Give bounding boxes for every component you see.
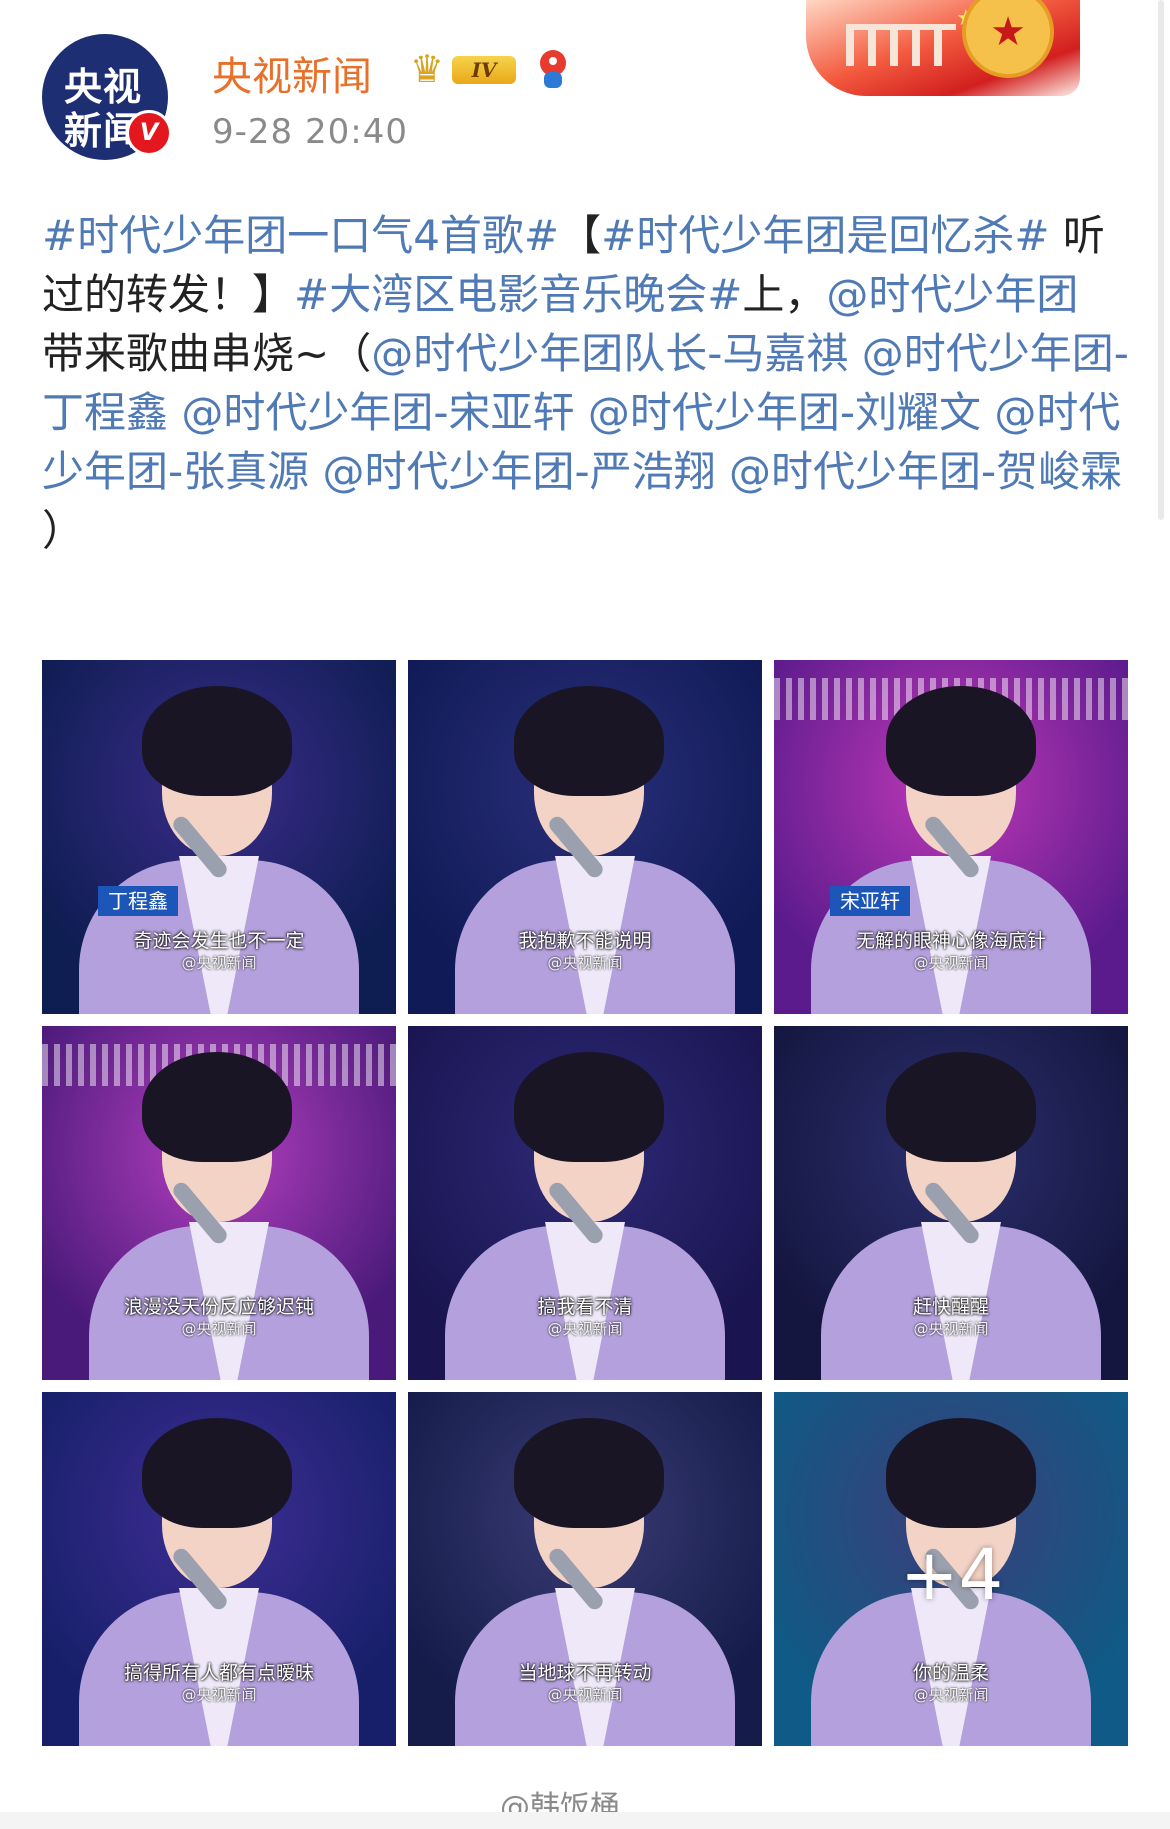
post-image-5[interactable]: 搞我看不清 @央视新闻 [408, 1026, 762, 1380]
hashtag-or-mention-link[interactable]: #大湾区电影音乐晚会# [294, 270, 742, 319]
more-images-count[interactable]: +4 [900, 1534, 1003, 1616]
hashtag-or-mention-link[interactable]: @时代少年团-严浩翔 [323, 447, 716, 496]
post-text-segment [575, 388, 588, 437]
verified-badge: V [126, 110, 172, 156]
lyric-subtitle: 赶快醒醒 [912, 1296, 989, 1318]
post-timestamp: 9-28 20:40 [212, 112, 408, 152]
hashtag-or-mention-link[interactable]: @时代少年团-宋亚轩 [181, 388, 574, 437]
bottom-divider [0, 1812, 1170, 1829]
hashtag-or-mention-link[interactable]: @时代少年团 [826, 270, 1078, 319]
post-text-segment [716, 447, 729, 496]
level-badge[interactable]: ♛ IV [410, 48, 520, 90]
image-watermark: @央视新闻 [913, 1686, 989, 1704]
post-text-segment [981, 388, 994, 437]
image-watermark: @央视新闻 [913, 954, 989, 972]
author-name[interactable]: 央视新闻 [212, 44, 372, 102]
emblem-icon: ★ [962, 0, 1054, 78]
image-watermark: @央视新闻 [547, 1320, 623, 1338]
hashtag-or-mention-link[interactable]: #时代少年团是回忆杀# [601, 211, 1049, 260]
lyric-subtitle: 搞我看不清 [537, 1296, 633, 1318]
post-image-8[interactable]: 当地球不再转动 @央视新闻 [408, 1392, 762, 1746]
post-text-segment: 【 [559, 211, 602, 260]
image-watermark: @央视新闻 [547, 954, 623, 972]
lyric-subtitle: 当地球不再转动 [518, 1662, 652, 1684]
image-watermark: @央视新闻 [547, 1686, 623, 1704]
post-image-1[interactable]: 丁程鑫奇迹会发生也不一定 @央视新闻 [42, 660, 396, 1014]
lyric-subtitle: 我抱歉不能说明 [518, 930, 652, 952]
post-text-segment: 上， [742, 270, 827, 319]
post-image-9[interactable]: 你的温柔 @央视新闻 +4 [774, 1392, 1128, 1746]
post-text-segment [848, 329, 861, 378]
post-header: 央视 新闻 @ V 央视新闻 ♛ IV 9-28 20:40 ★ ★ [0, 0, 1170, 180]
lyric-subtitle: 奇迹会发生也不一定 [133, 930, 305, 952]
mascot-icon[interactable] [536, 48, 570, 88]
image-grid: 丁程鑫 奇迹会发生也不一定 @央视新闻 我抱歉不能说明 @央视新闻 宋亚轩 无解的眼神心像海… [42, 660, 1128, 1748]
lyric-subtitle: 搞得所有人都有点暧昧 [123, 1662, 314, 1684]
image-watermark: @央视新闻 [181, 954, 257, 972]
post-image-4[interactable]: 浪漫没天份反应够迟钝 @央视新闻 [42, 1026, 396, 1380]
hashtag-or-mention-link[interactable]: @时代少年团-刘耀文 [588, 388, 981, 437]
post-text-segment [309, 447, 322, 496]
image-watermark: @央视新闻 [181, 1686, 257, 1704]
hashtag-or-mention-link[interactable]: #时代少年团一口气4首歌# [42, 211, 559, 260]
post-text-segment: 带来歌曲串烧~（ [42, 329, 372, 378]
scrollbar[interactable] [1158, 0, 1164, 520]
lyric-subtitle: 浪漫没天份反应够迟钝 [123, 1296, 314, 1318]
hashtag-or-mention-link[interactable]: @时代少年团-贺峻霖 [729, 447, 1122, 496]
hashtag-or-mention-link[interactable]: @时代少年团队长-马嘉祺 [371, 329, 848, 378]
author-avatar[interactable]: 央视 新闻 @ V [42, 34, 172, 160]
post-text: #时代少年团一口气4首歌#【#时代少年团是回忆杀# 听过的转发！】#大湾区电影音… [42, 206, 1132, 560]
post-image-6[interactable]: 赶快醒醒 @央视新闻 [774, 1026, 1128, 1380]
performer-name-tag: 宋亚轩 [830, 886, 910, 916]
image-watermark: @央视新闻 [181, 1320, 257, 1338]
post-image-2[interactable]: 我抱歉不能说明 @央视新闻 [408, 660, 762, 1014]
post-text-segment [168, 388, 181, 437]
post-image-3[interactable]: 宋亚轩无解的眼神心像海底针 @央视新闻 [774, 660, 1128, 1014]
lyric-subtitle: 无解的眼神心像海底针 [855, 930, 1046, 952]
crown-icon: ♛ [410, 47, 445, 91]
decorative-banner: ★ ★ [806, 0, 1080, 96]
lyric-subtitle: 你的温柔 [912, 1662, 989, 1684]
image-watermark: @央视新闻 [913, 1320, 989, 1338]
post-image-7[interactable]: 搞得所有人都有点暧昧 @央视新闻 [42, 1392, 396, 1746]
post-text-segment: ） [42, 506, 85, 555]
performer-name-tag: 丁程鑫 [98, 886, 178, 916]
level-pill: IV [452, 56, 516, 84]
